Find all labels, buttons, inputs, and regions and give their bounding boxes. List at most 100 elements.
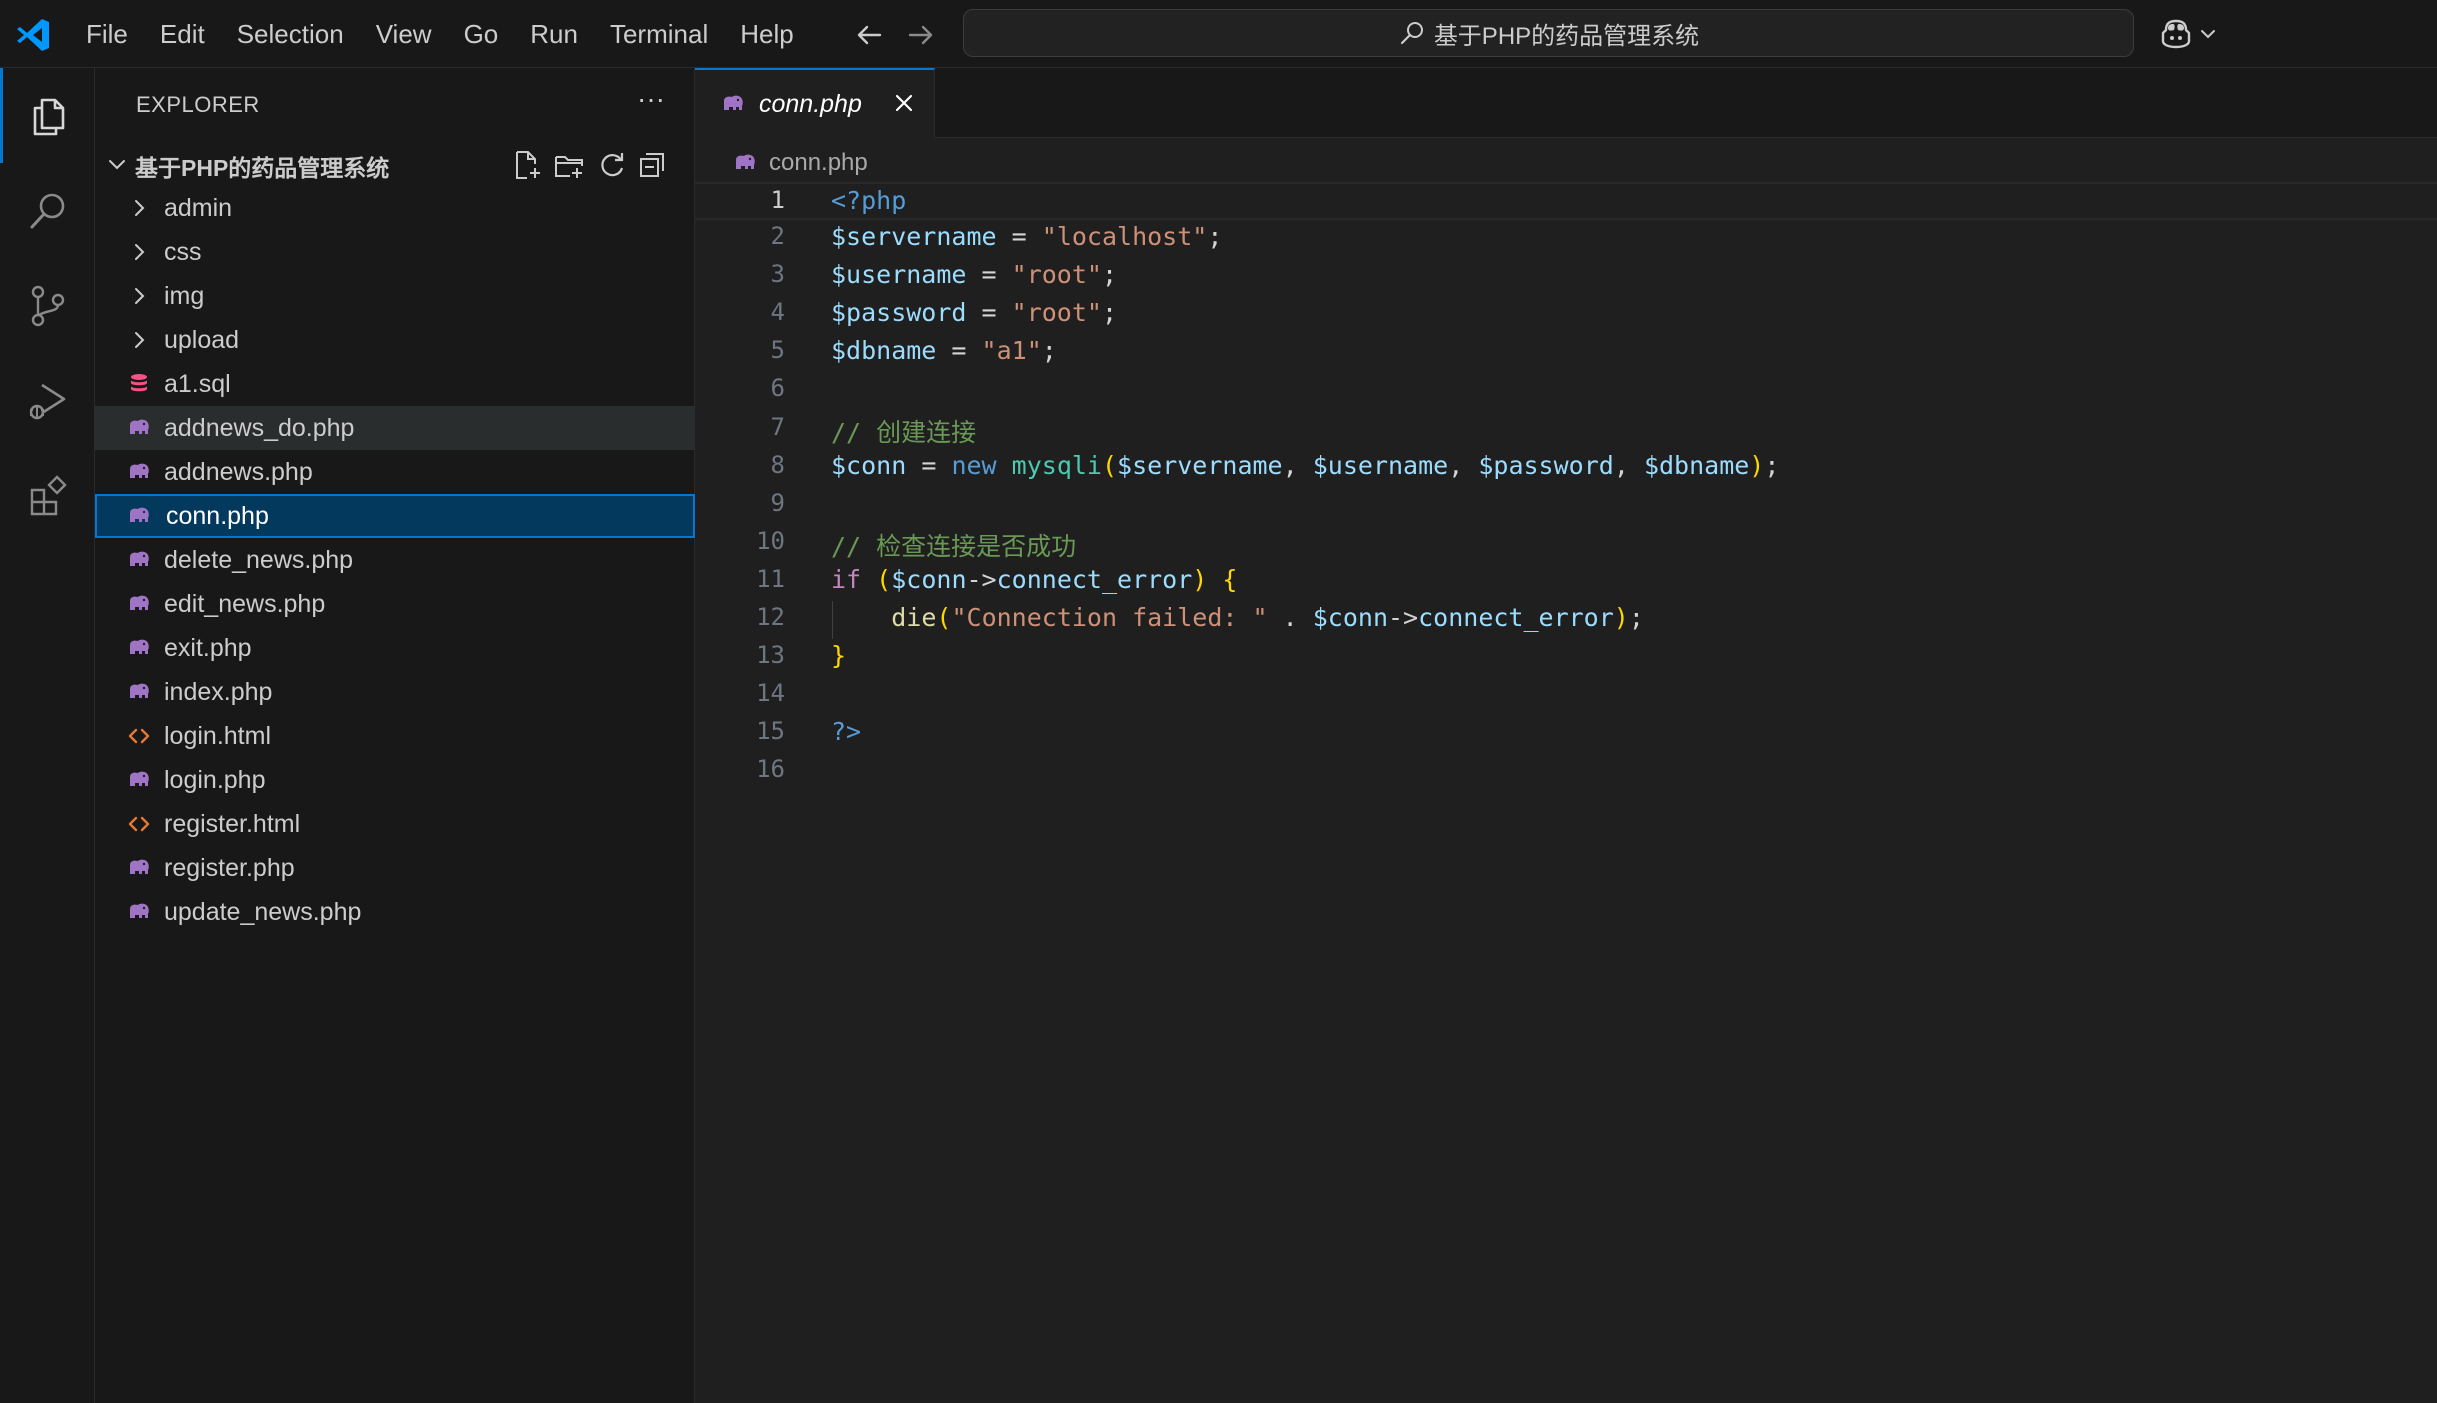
tree-file-a1-sql[interactable]: a1.sql <box>95 362 695 406</box>
menu-file[interactable]: File <box>70 0 144 68</box>
tree-label: edit_news.php <box>164 590 326 618</box>
activity-explorer[interactable] <box>0 68 95 163</box>
activity-search[interactable] <box>0 163 95 258</box>
html-code-icon <box>128 816 150 832</box>
search-icon <box>1400 22 1423 45</box>
title-bar: File Edit Selection View Go Run Terminal… <box>0 0 2437 68</box>
tree-label: register.html <box>164 810 301 838</box>
files-icon <box>33 98 65 135</box>
code-line[interactable]: 11 if ($conn->connect_error) { <box>695 563 2437 601</box>
menu-view[interactable]: View <box>360 0 448 68</box>
menu-edit[interactable]: Edit <box>144 0 221 68</box>
tree-label: login.php <box>164 766 266 794</box>
code-text: ?> <box>831 717 862 747</box>
menu-go[interactable]: Go <box>448 0 515 68</box>
code-line[interactable]: 16 <box>695 753 2437 791</box>
code-text: <?php <box>831 186 907 215</box>
menu-help[interactable]: Help <box>724 0 809 68</box>
tree-folder-img[interactable]: img <box>95 274 695 318</box>
arrow-left-icon[interactable] <box>852 18 886 52</box>
code-editor[interactable]: 1 <?php 2 $servername = "localhost"; 3 $usern… <box>695 182 2437 792</box>
tree-file-edit-news-php[interactable]: edit_news.php <box>95 582 695 626</box>
tree-file-register-php[interactable]: register.php <box>95 846 695 890</box>
tree-label: upload <box>164 326 240 354</box>
activity-source-control[interactable] <box>0 258 95 353</box>
copilot-icon <box>2161 19 2191 49</box>
tree-folder-upload[interactable]: upload <box>95 318 695 362</box>
refresh-icon[interactable] <box>595 148 629 182</box>
code-line[interactable]: 10 // 检查连接是否成功 <box>695 525 2437 563</box>
html-code-icon <box>128 728 150 744</box>
explorer-sidebar: EXPLORER ··· 基于PHP的药品管理系统 admin css img … <box>95 68 695 1403</box>
code-line[interactable]: 7 // 创建连接 <box>695 411 2437 449</box>
tree-file-register-html[interactable]: register.html <box>95 802 695 846</box>
close-icon[interactable] <box>891 90 917 116</box>
tree-folder-admin[interactable]: admin <box>95 186 695 230</box>
menu-terminal[interactable]: Terminal <box>594 0 724 68</box>
php-elephant-icon <box>130 551 149 566</box>
line-number: 16 <box>756 755 785 784</box>
code-line[interactable]: 15 ?> <box>695 715 2437 753</box>
vscode-logo-icon[interactable] <box>14 16 52 54</box>
line-number: 9 <box>770 488 785 517</box>
menu-run[interactable]: Run <box>514 0 594 68</box>
code-line[interactable]: 3 $username = "root"; <box>695 258 2437 296</box>
line-number: 12 <box>756 603 785 632</box>
code-line[interactable]: 12 die("Connection failed: " . $conn->co… <box>695 601 2437 640</box>
file-tree: admin css img upload a1.sql addnews_do.p… <box>95 186 695 934</box>
tree-file-addnews-do-php[interactable]: addnews_do.php <box>95 406 695 450</box>
tree-folder-css[interactable]: css <box>95 230 695 274</box>
code-line[interactable]: 8 $conn = new mysqli($servername, $userna… <box>695 449 2437 487</box>
tree-file-conn-php[interactable]: conn.php <box>95 494 695 538</box>
tree-file-login-php[interactable]: login.php <box>95 758 695 802</box>
php-elephant-icon <box>130 419 149 434</box>
code-line[interactable]: 5 $dbname = "a1"; <box>695 334 2437 372</box>
new-file-icon[interactable] <box>510 148 544 182</box>
line-number: 5 <box>770 336 785 365</box>
code-line[interactable]: 2 $servername = "localhost"; <box>695 220 2437 258</box>
chevron-right-icon <box>135 332 145 348</box>
copilot-button[interactable] <box>2158 14 2224 54</box>
menu-selection[interactable]: Selection <box>221 0 360 68</box>
code-line[interactable]: 9 <box>695 487 2437 525</box>
chevron-right-icon <box>135 200 145 216</box>
tree-file-delete-news-php[interactable]: delete_news.php <box>95 538 695 582</box>
more-actions-button[interactable]: ··· <box>631 85 671 120</box>
workspace-folder-name: 基于PHP的药品管理系统 <box>135 155 390 181</box>
code-text: if ($conn->connect_error) { <box>831 564 1238 594</box>
tree-label: img <box>164 282 205 310</box>
activity-extensions[interactable] <box>0 448 95 543</box>
tree-file-addnews-php[interactable]: addnews.php <box>95 450 695 494</box>
code-line[interactable]: 13} <box>695 639 2437 677</box>
tree-file-update-news-php[interactable]: update_news.php <box>95 890 695 934</box>
command-center-search[interactable]: 基于PHP的药品管理系统 <box>963 9 2134 57</box>
php-elephant-icon <box>130 507 149 522</box>
activity-run-debug[interactable] <box>0 353 95 448</box>
tree-label: addnews_do.php <box>164 414 355 442</box>
tab-label: conn.php <box>759 90 862 118</box>
workspace-folder-header[interactable]: 基于PHP的药品管理系统 <box>95 142 695 186</box>
tree-label: exit.php <box>164 634 252 662</box>
php-elephant-icon <box>130 639 149 654</box>
chevron-right-icon <box>135 244 145 260</box>
arrow-right-icon[interactable] <box>904 18 938 52</box>
collapse-all-icon[interactable] <box>635 148 669 182</box>
tree-file-login-html[interactable]: login.html <box>95 714 695 758</box>
line-number: 14 <box>756 679 785 708</box>
code-text: } <box>831 641 847 671</box>
code-line[interactable]: 4 $password = "root"; <box>695 296 2437 334</box>
tree-file-index-php[interactable]: index.php <box>95 670 695 714</box>
tab-conn-php[interactable]: conn.php <box>695 68 935 138</box>
code-line[interactable]: 14 <box>695 677 2437 715</box>
editor-group: conn.php conn.php 1 <?php 2 $servername = "… <box>695 68 2437 1403</box>
tree-file-exit-php[interactable]: exit.php <box>95 626 695 670</box>
tree-label: css <box>164 238 202 266</box>
code-line[interactable]: 6 <box>695 372 2437 410</box>
explorer-title: EXPLORER <box>136 92 260 117</box>
new-folder-icon[interactable] <box>552 148 586 182</box>
code-line[interactable]: 1 <?php <box>695 182 2437 221</box>
command-center-label: 基于PHP的药品管理系统 <box>1433 22 1700 50</box>
code-text: $username = "root"; <box>831 260 1118 290</box>
line-number: 13 <box>756 641 785 670</box>
breadcrumb-file[interactable]: conn.php <box>769 149 868 177</box>
